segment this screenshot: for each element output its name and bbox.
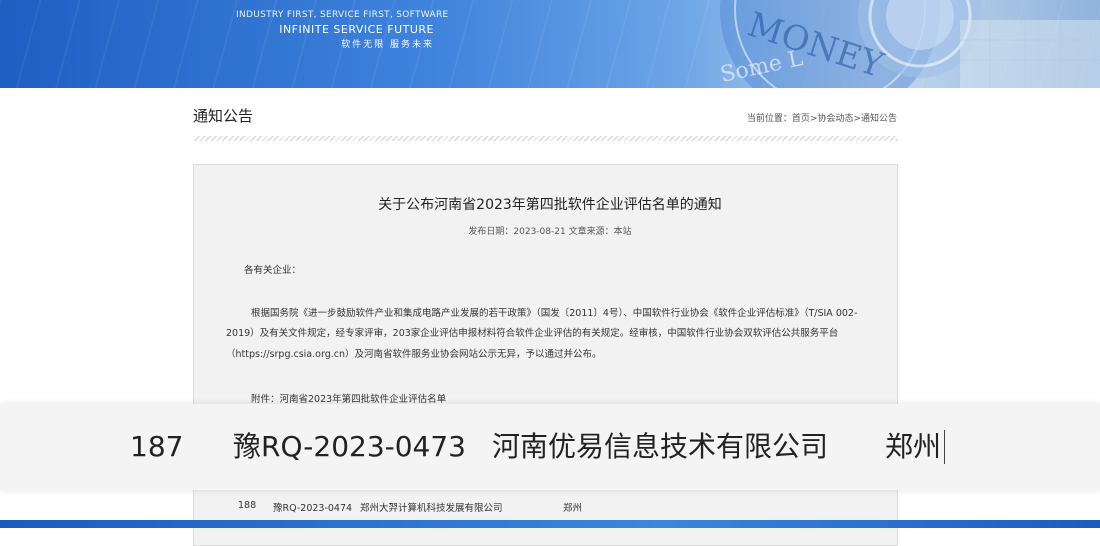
breadcrumb[interactable]: 当前位置：首页>协会动态>通知公告 <box>747 111 897 124</box>
article-body-line3: （https://srpg.csia.org.cn）及河南省软件服务业协会网站公… <box>226 349 602 360</box>
text-cursor <box>944 430 945 464</box>
table-row-company: 郑州大羿计算机科技发展有限公司 <box>360 503 503 514</box>
table-row-code: 豫RQ-2023-0474 <box>273 503 353 514</box>
section-title: 通知公告 <box>193 107 254 125</box>
footer-bar <box>0 520 1100 528</box>
section-divider <box>193 136 898 141</box>
header-banner: MONEY Some L INDUSTRY FIRST, SERVICE FIR… <box>0 0 1100 88</box>
article-body-line2: 2019）及有关文件规定，经专家评审，203家企业评估申报材料符合软件企业评估的… <box>226 328 839 339</box>
article-meta: 发布日期：2023-08-21 文章来源：本站 <box>468 227 632 237</box>
table-row-city: 郑州 <box>563 503 583 514</box>
article-salutation: 各有关企业： <box>244 265 302 276</box>
banner-slogan: INDUSTRY FIRST, SERVICE FIRST, SOFTWARE … <box>236 10 449 50</box>
table-row-no: 188 <box>238 500 257 511</box>
article-attachment[interactable]: 附件：河南省2023年第四批软件企业评估名单 <box>251 391 446 405</box>
zoom-row-code: 豫RQ-2023-0473 <box>233 430 466 463</box>
slogan-line3: 软件无限 服务未来 <box>341 40 434 50</box>
article-title: 关于公布河南省2023年第四批软件企业评估名单的通知 <box>378 197 722 213</box>
banner-money-graphic: MONEY Some L <box>718 0 1100 88</box>
zoom-row-company: 河南优易信息技术有限公司 <box>492 430 829 463</box>
slogan-line2: INFINITE SERVICE FUTURE <box>279 23 434 36</box>
zoom-row-no: 187 <box>130 430 184 463</box>
slogan-line1: INDUSTRY FIRST, SERVICE FIRST, SOFTWARE <box>236 10 449 20</box>
zoom-row-city: 郑州 <box>885 430 942 463</box>
article-body-line1: 根据国务院《进一步鼓励软件产业和集成电路产业发展的若干政策》（国发〔2011〕4… <box>251 308 858 319</box>
